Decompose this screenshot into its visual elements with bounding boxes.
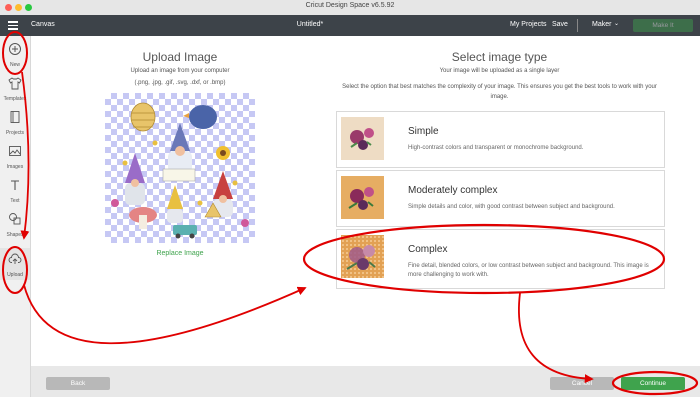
new-highlight-circle [2,31,28,75]
arrow-new-to-upload [20,71,30,240]
complex-highlight-ellipse [302,223,666,295]
arrow-complex-to-continue [518,292,594,384]
continue-highlight-ellipse [611,370,699,396]
arrow-upload-to-complex [23,284,307,345]
red-annotation-overlay [2,31,699,396]
